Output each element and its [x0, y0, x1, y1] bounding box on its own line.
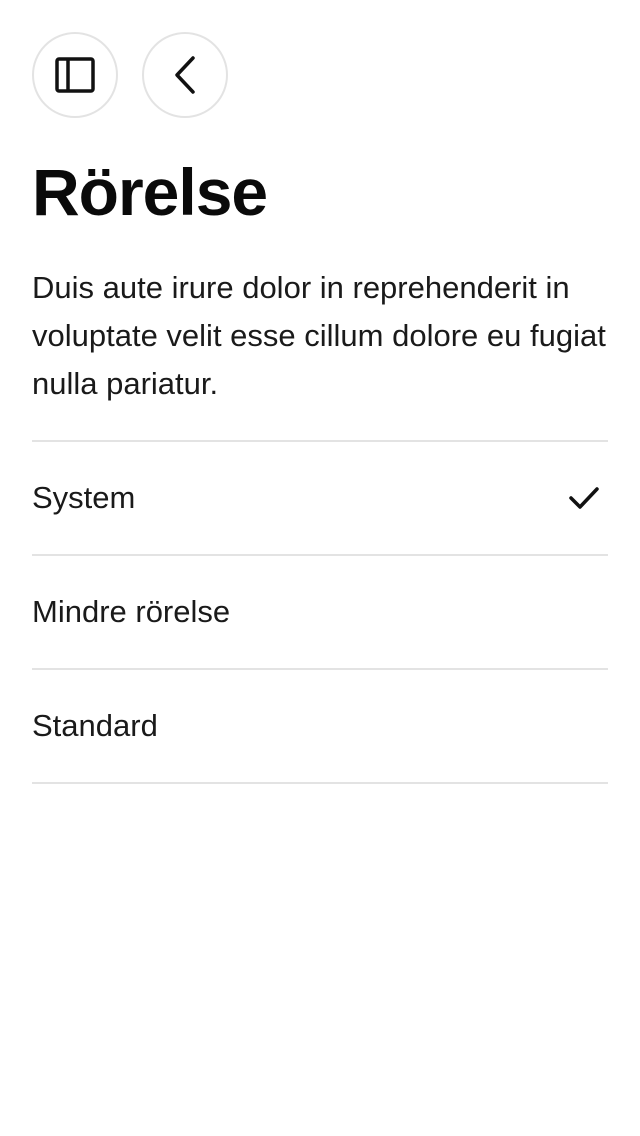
page-description: Duis aute irure dolor in reprehenderit i… [32, 270, 606, 401]
page-title: Rörelse [32, 155, 268, 229]
option-label: System [32, 480, 136, 515]
chevron-left-icon [172, 55, 198, 95]
option-reduced-motion[interactable]: Mindre rörelse [32, 556, 608, 670]
option-label: Standard [32, 708, 158, 743]
back-button[interactable] [142, 32, 228, 118]
option-standard[interactable]: Standard [32, 670, 608, 784]
checkmark-icon [568, 482, 600, 514]
sidebar-panel-icon [55, 57, 95, 93]
option-system[interactable]: System [32, 442, 608, 556]
toggle-sidebar-button[interactable] [32, 32, 118, 118]
motion-options-list: System Mindre rörelse Standard [32, 440, 608, 784]
top-toolbar [32, 32, 228, 118]
option-label: Mindre rörelse [32, 594, 231, 629]
